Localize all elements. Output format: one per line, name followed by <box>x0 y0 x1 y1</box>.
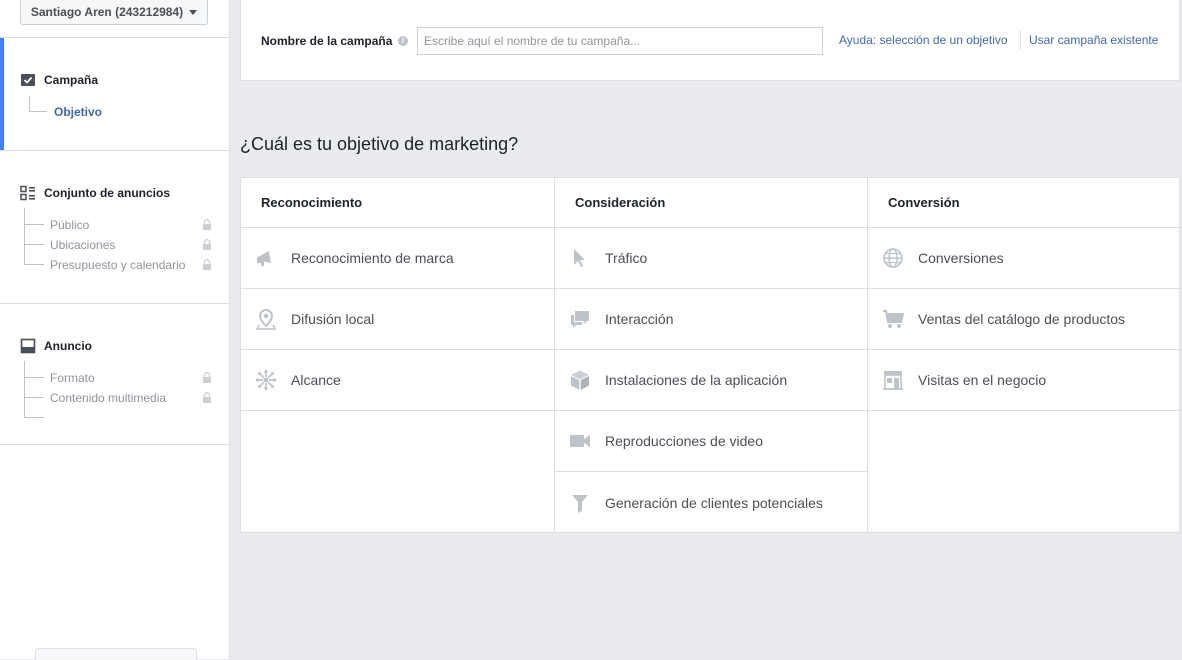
link-separator <box>1020 30 1021 50</box>
objective-app-installs[interactable]: Instalaciones de la aplicación <box>555 350 868 411</box>
column-conversion: Conversión Conversiones Ventas del catál… <box>867 178 1180 532</box>
tree-line <box>24 361 25 418</box>
megaphone-icon <box>255 247 277 269</box>
objective-video-views[interactable]: Reproducciones de video <box>555 411 868 472</box>
section-title: Conjunto de anuncios <box>44 186 170 200</box>
divider <box>0 37 229 38</box>
column-consideration: Consideración Tráfico Interacción Instal… <box>554 178 868 532</box>
use-existing-campaign-link[interactable]: Usar campaña existente <box>1029 33 1158 47</box>
sidebar-section-ad[interactable]: Anuncio <box>20 338 92 354</box>
box-icon <box>569 369 591 391</box>
column-awareness: Reconocimiento Reconocimiento de marca D… <box>241 178 554 532</box>
column-header: Conversión <box>868 178 1180 228</box>
divider <box>0 303 229 304</box>
store-icon <box>882 369 904 391</box>
sidebar-item-ubicaciones[interactable]: Ubicaciones <box>50 238 115 252</box>
lock-icon <box>203 372 211 383</box>
divider <box>0 150 229 151</box>
column-header: Consideración <box>555 178 868 228</box>
page-question: ¿Cuál es tu objetivo de marketing? <box>240 134 519 154</box>
checkbox-icon <box>21 74 35 86</box>
objective-label: Interacción <box>605 311 674 327</box>
objective-label: Alcance <box>291 372 341 388</box>
chat-bubbles-icon <box>569 308 591 330</box>
column-header: Reconocimiento <box>241 178 554 228</box>
active-section-indicator <box>0 38 4 150</box>
sidebar-footer-button[interactable] <box>35 648 197 660</box>
sidebar-section-campaign[interactable]: Campaña <box>20 72 98 88</box>
objective-conversions[interactable]: Conversiones <box>868 228 1180 289</box>
map-pin-icon <box>255 308 277 330</box>
sidebar-item-publico[interactable]: Público <box>50 218 89 232</box>
objective-store-visits[interactable]: Visitas en el negocio <box>868 350 1180 411</box>
objective-label: Instalaciones de la aplicación <box>605 372 788 388</box>
objective-label: Conversiones <box>918 250 1004 266</box>
objective-local-awareness[interactable]: Difusión local <box>241 289 554 350</box>
objective-reach[interactable]: Alcance <box>241 350 554 411</box>
tree-line <box>29 111 47 112</box>
tree-line <box>24 244 44 245</box>
tree-line <box>24 264 44 265</box>
objective-label: Visitas en el negocio <box>918 372 1047 388</box>
objective-brand-awareness[interactable]: Reconocimiento de marca <box>241 228 554 289</box>
sidebar-item-contenido[interactable]: Contenido multimedia <box>50 391 166 405</box>
tree-line <box>24 208 25 265</box>
video-camera-icon <box>569 430 591 452</box>
lock-icon <box>203 239 211 250</box>
tree-line <box>29 96 30 111</box>
sidebar-item-objetivo[interactable]: Objetivo <box>54 105 102 119</box>
help-objective-link[interactable]: Ayuda: selección de un objetivo <box>839 33 1008 47</box>
sidebar-item-formato[interactable]: Formato <box>50 371 95 385</box>
objective-label: Reproducciones de video <box>605 433 763 449</box>
funnel-icon <box>569 492 591 514</box>
objective-grid: Reconocimiento Reconocimiento de marca D… <box>240 177 1180 533</box>
section-title: Anuncio <box>44 339 92 353</box>
section-title: Campaña <box>44 73 99 87</box>
globe-icon <box>882 247 904 269</box>
caret-down-icon <box>189 9 198 15</box>
campaign-name-label: Nombre de la campaña <box>261 34 393 48</box>
lock-icon <box>203 259 211 270</box>
cart-icon <box>882 308 904 330</box>
lock-icon <box>203 219 211 230</box>
tree-line <box>24 397 44 398</box>
reach-burst-icon <box>255 369 277 391</box>
tree-line <box>24 417 44 418</box>
objective-label: Tráfico <box>605 250 648 266</box>
objective-label: Reconocimiento de marca <box>291 250 454 266</box>
objective-catalog-sales[interactable]: Ventas del catálogo de productos <box>868 289 1180 350</box>
sidebar-item-presupuesto[interactable]: Presupuesto y calendario <box>50 258 185 272</box>
tree-line <box>24 224 44 225</box>
divider <box>0 444 229 445</box>
campaign-name-input[interactable] <box>417 27 823 55</box>
objective-engagement[interactable]: Interacción <box>555 289 868 350</box>
sidebar: Santiago Aren (243212984) Campaña Objeti… <box>0 0 230 660</box>
objective-label: Ventas del catálogo de productos <box>918 311 1126 327</box>
cursor-icon <box>569 247 591 269</box>
sidebar-section-adset[interactable]: Conjunto de anuncios <box>20 185 170 201</box>
grid-icon <box>20 185 35 201</box>
tree-line <box>24 377 44 378</box>
objective-lead-generation[interactable]: Generación de clientes potenciales <box>555 472 868 533</box>
objective-label: Generación de clientes potenciales <box>605 494 823 511</box>
ad-frame-icon <box>20 338 36 354</box>
lock-icon <box>203 392 211 403</box>
info-icon[interactable]: i <box>398 36 408 46</box>
objective-traffic[interactable]: Tráfico <box>555 228 868 289</box>
campaign-name-card: Nombre de la campaña i Ayuda: selección … <box>240 0 1180 81</box>
account-selector[interactable]: Santiago Aren (243212984) <box>20 0 208 25</box>
objective-label: Difusión local <box>291 311 375 327</box>
account-label: Santiago Aren (243212984) <box>30 5 184 19</box>
